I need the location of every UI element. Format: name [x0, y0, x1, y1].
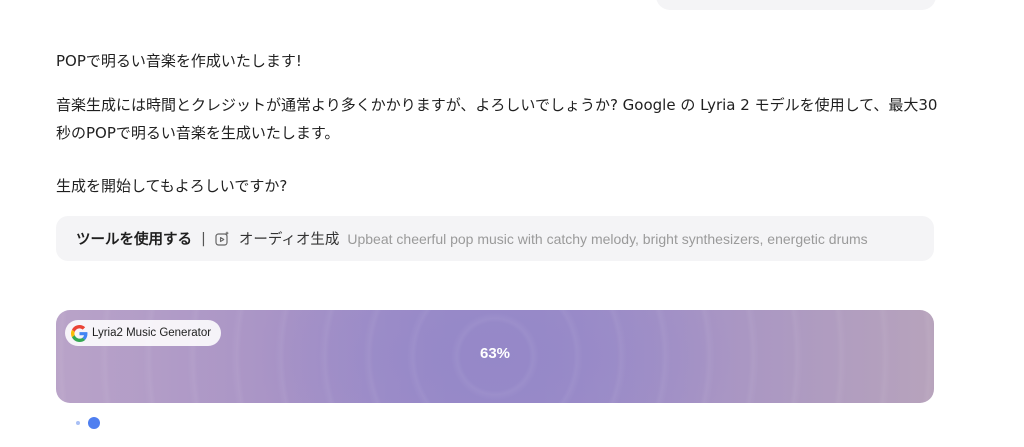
generator-badge-label: Lyria2 Music Generator — [92, 327, 212, 339]
tool-prompt-text: Upbeat cheerful pop music with catchy me… — [347, 230, 868, 247]
loading-dot-large — [88, 417, 100, 429]
assistant-message-line-2: 音楽生成には時間とクレジットが通常より多くかかりますが、よろしいでしょうか? G… — [56, 96, 938, 142]
tool-call-label: ツールを使用する — [76, 232, 192, 248]
loading-dot-small — [76, 421, 80, 425]
tool-call-bar[interactable]: ツールを使用する | オーディオ生成 Upbeat cheerful pop m… — [56, 216, 934, 261]
assistant-message-line-1: POPで明るい音楽を作成いたします! — [56, 52, 302, 70]
music-generation-card: Lyria2 Music Generator 63% — [56, 310, 934, 403]
generator-badge: Lyria2 Music Generator — [65, 320, 222, 346]
tool-call-separator: | — [201, 230, 206, 247]
generation-progress-text: 63% — [479, 345, 511, 362]
audio-generate-icon — [214, 231, 230, 247]
loading-indicator — [76, 417, 100, 429]
previous-message-bubble — [656, 0, 936, 10]
tool-name: オーディオ生成 — [238, 232, 340, 248]
assistant-message-line-3: 生成を開始してもよろしいですか? — [56, 177, 288, 195]
google-g-icon — [71, 324, 88, 342]
